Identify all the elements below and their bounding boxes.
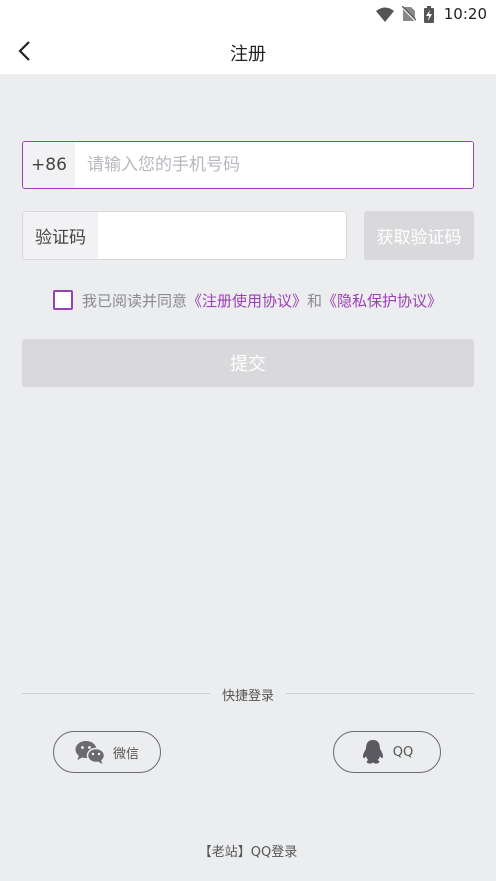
phone-field: +86 — [22, 141, 474, 189]
agreement-row: 我已阅读并同意 《注册使用协议》 和 《隐私保护协议》 — [53, 289, 442, 311]
old-site-qq-login[interactable]: 【老站】QQ登录 — [0, 841, 496, 860]
terms-link[interactable]: 《注册使用协议》 — [187, 290, 307, 311]
agreement-text: 我已阅读并同意 — [82, 291, 188, 310]
agree-checkbox[interactable] — [53, 290, 73, 310]
status-bar: 10:20 — [0, 0, 496, 28]
wifi-icon — [375, 7, 394, 22]
page-title: 注册 — [230, 44, 266, 65]
wechat-icon — [75, 741, 105, 764]
wechat-login-button[interactable]: 微信 — [53, 731, 161, 773]
battery-charging-icon — [423, 5, 434, 23]
get-code-button[interactable]: 获取验证码 — [364, 211, 474, 260]
no-sim-icon — [401, 6, 416, 22]
verification-input[interactable] — [98, 212, 346, 259]
wechat-label: 微信 — [112, 746, 139, 762]
qq-label: QQ — [392, 744, 414, 760]
verification-field: 验证码 — [22, 211, 347, 260]
privacy-link[interactable]: 《隐私保护协议》 — [322, 290, 442, 311]
quick-login-label: 快捷登录 — [221, 689, 274, 704]
qq-login-button[interactable]: QQ — [333, 731, 441, 773]
submit-button[interactable]: 提交 — [22, 339, 474, 387]
phone-input[interactable] — [75, 142, 473, 188]
divider-right — [286, 693, 474, 694]
qq-penguin-icon — [362, 740, 383, 764]
country-code[interactable]: +86 — [23, 142, 75, 188]
status-icons: 10:20 — [375, 4, 487, 24]
agreement-connector: 和 — [307, 291, 323, 310]
status-time: 10:20 — [443, 5, 487, 23]
app-header: 注册 — [0, 28, 496, 74]
verification-label: 验证码 — [23, 212, 98, 259]
